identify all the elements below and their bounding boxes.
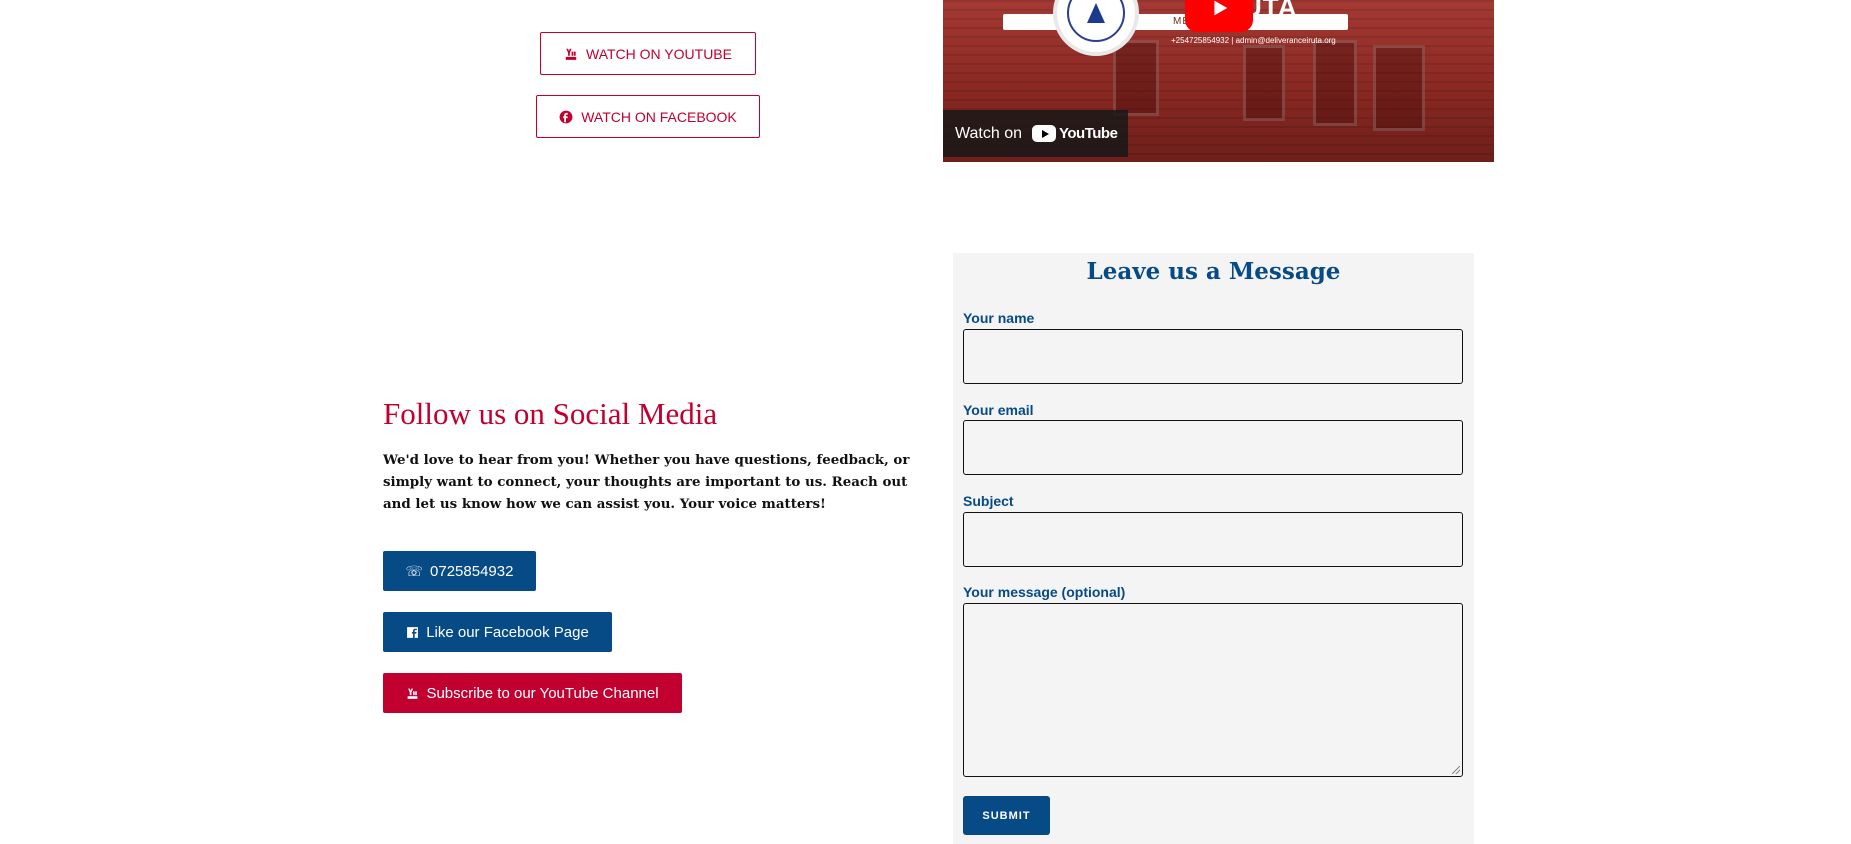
youtube-icon: [565, 48, 577, 60]
thumbnail-window: [1243, 45, 1285, 121]
name-input[interactable]: [963, 329, 1463, 384]
form-title: Leave us a Message: [1086, 258, 1341, 285]
facebook-page-label: Like our Facebook Page: [426, 623, 589, 641]
watch-on-youtube-button[interactable]: WATCH ON YOUTUBE: [540, 32, 756, 75]
watch-on-youtube-label: WATCH ON YOUTUBE: [586, 45, 732, 62]
resize-handle-icon[interactable]: [1452, 766, 1460, 774]
email-input[interactable]: [963, 420, 1463, 475]
phone-label: 0725854932: [430, 562, 514, 580]
play-button[interactable]: [1185, 0, 1253, 32]
thumbnail-window: [1313, 40, 1357, 126]
play-icon: [1214, 0, 1228, 16]
watch-on-label: Watch on: [955, 124, 1022, 142]
youtube-icon: [408, 688, 418, 699]
thumbnail-contact: +254725854932 | admin@deliveranceiruta.o…: [1171, 36, 1336, 45]
phone-icon: ☏: [405, 563, 424, 579]
name-label: Your name: [963, 310, 1035, 326]
social-heading: Follow us on Social Media: [383, 396, 718, 431]
youtube-play-icon: [1032, 125, 1056, 142]
youtube-subscribe-button[interactable]: Subscribe to our YouTube Channel: [383, 673, 682, 713]
subject-label: Subject: [963, 493, 1014, 509]
watch-on-facebook-button[interactable]: WATCH ON FACEBOOK: [536, 95, 760, 138]
phone-button[interactable]: ☏ 0725854932: [383, 551, 536, 591]
watch-on-youtube-overlay[interactable]: Watch on YouTube: [943, 110, 1128, 157]
watch-on-facebook-label: WATCH ON FACEBOOK: [581, 108, 737, 125]
thumbnail-window: [1113, 40, 1159, 116]
facebook-icon: [559, 110, 573, 123]
facebook-icon: [407, 626, 419, 638]
subject-input[interactable]: [963, 512, 1463, 567]
youtube-wordmark: YouTube: [1059, 125, 1118, 142]
youtube-video-embed[interactable]: ME OF HOPE UTA +254725854932 | admin@del…: [943, 0, 1494, 162]
message-textarea[interactable]: [963, 603, 1463, 777]
submit-button[interactable]: SUBMIT: [963, 796, 1050, 835]
youtube-logo: YouTube: [1032, 125, 1118, 142]
thumbnail-window: [1373, 45, 1425, 131]
social-description: We'd love to hear from you! Whether you …: [383, 452, 910, 512]
message-label: Your message (optional): [963, 584, 1126, 600]
facebook-page-button[interactable]: Like our Facebook Page: [383, 612, 612, 652]
youtube-subscribe-label: Subscribe to our YouTube Channel: [426, 684, 659, 702]
email-label: Your email: [963, 402, 1034, 418]
